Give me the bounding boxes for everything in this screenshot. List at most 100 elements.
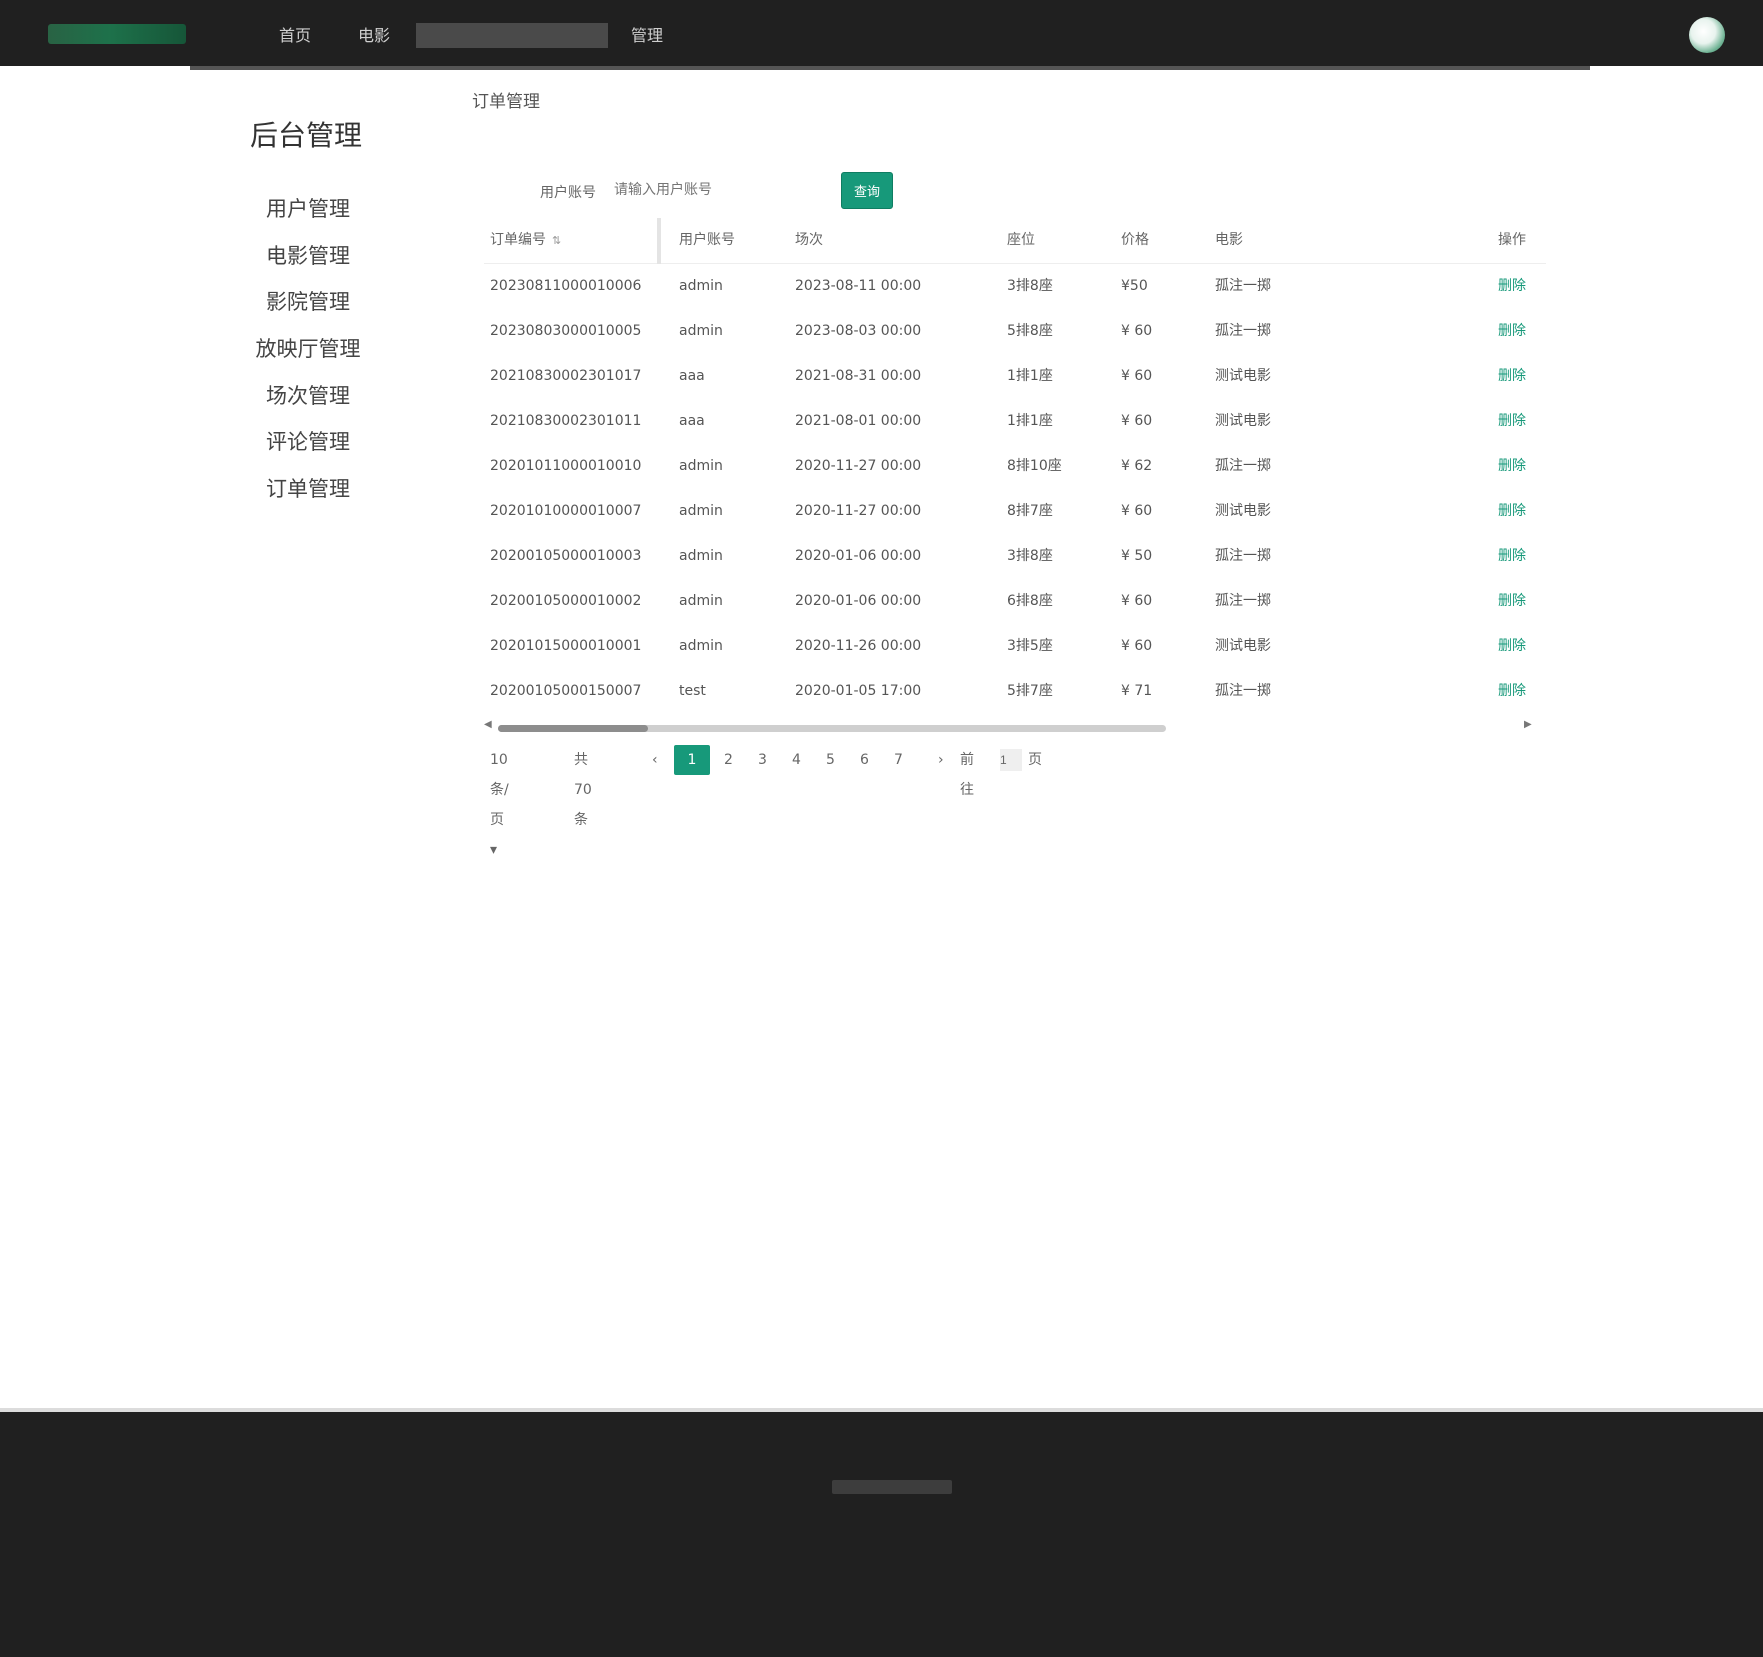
- prev-page-icon[interactable]: ‹: [652, 745, 658, 775]
- header-order-id[interactable]: 订单编号 ⇅: [490, 218, 652, 263]
- cell-seat: 8排7座: [1007, 503, 1053, 519]
- cell-order-id: 20210830002301017: [490, 368, 642, 384]
- footer: [0, 1412, 1763, 1657]
- nav-home[interactable]: 首页: [279, 22, 311, 46]
- cell-user-account: admin: [679, 593, 723, 609]
- cell-user-account: aaa: [679, 368, 705, 384]
- cell-actions[interactable]: 删除: [1498, 579, 1546, 624]
- sidebar-title: 后台管理: [250, 119, 363, 152]
- cell-price: ¥50: [1121, 278, 1148, 294]
- cell-session: 2020-01-06 00:00: [795, 593, 922, 609]
- chevron-down-icon: ▾: [490, 842, 498, 858]
- cell-actions[interactable]: 删除: [1498, 264, 1546, 309]
- page-5-button[interactable]: 5: [826, 745, 835, 775]
- cell-session: 2020-11-26 00:00: [795, 638, 922, 654]
- user-account-search-input[interactable]: [614, 176, 784, 204]
- sidebar-item-comments[interactable]: 评论管理: [230, 426, 386, 456]
- cell-actions[interactable]: 删除: [1498, 309, 1546, 354]
- cell-user-account: admin: [679, 638, 723, 654]
- page-3-button[interactable]: 3: [758, 745, 767, 775]
- cell-price: ¥ 60: [1121, 638, 1153, 654]
- scroll-left-arrow-icon[interactable]: ◀: [484, 719, 492, 730]
- scroll-right-arrow-icon[interactable]: ▶: [1524, 719, 1532, 730]
- cell-seat: 5排8座: [1007, 323, 1053, 339]
- page-4-button[interactable]: 4: [792, 745, 801, 775]
- page-7-button[interactable]: 7: [894, 745, 903, 775]
- cell-order-id: 20210830002301011: [490, 413, 642, 429]
- cell-price: ¥ 71: [1121, 683, 1153, 699]
- cell-seat: 1排1座: [1007, 413, 1053, 429]
- cell-user-account: admin: [679, 548, 723, 564]
- cell-user-account: admin: [679, 323, 723, 339]
- table-row: 20200105000150007 test 2020-01-05 17:00 5排7…: [484, 669, 1546, 714]
- cell-order-id: 20230811000010006: [490, 278, 642, 294]
- cell-movie: 孤注一掷: [1215, 458, 1271, 474]
- cell-actions[interactable]: 删除: [1498, 624, 1546, 669]
- table-row: 20200105000010003 admin 2020-01-06 00:00 3排…: [484, 534, 1546, 579]
- header-seat: 座位: [1007, 232, 1035, 248]
- nav-movies[interactable]: 电影: [358, 22, 390, 46]
- sidebar-item-movies[interactable]: 电影管理: [230, 240, 386, 270]
- cell-price: ¥ 50: [1121, 548, 1153, 564]
- column-resize-handle[interactable]: [657, 218, 661, 264]
- sidebar-item-users[interactable]: 用户管理: [230, 193, 386, 223]
- breadcrumb: 订单管理: [472, 92, 540, 112]
- sidebar-item-sessions[interactable]: 场次管理: [230, 380, 386, 410]
- cell-price: ¥ 60: [1121, 503, 1153, 519]
- cell-movie: 测试电影: [1215, 638, 1271, 654]
- sidebar-item-halls[interactable]: 放映厅管理: [230, 333, 386, 363]
- cell-seat: 8排10座: [1007, 458, 1062, 474]
- cell-order-id: 20230803000010005: [490, 323, 642, 339]
- nav-search-input[interactable]: [416, 23, 608, 48]
- cell-user-account: aaa: [679, 413, 705, 429]
- cell-user-account: admin: [679, 278, 723, 294]
- cell-actions[interactable]: 删除: [1498, 444, 1546, 489]
- goto-page-input[interactable]: [1000, 749, 1022, 771]
- cell-order-id: 20200105000010002: [490, 593, 642, 609]
- cell-seat: 3排8座: [1007, 278, 1053, 294]
- header-session: 场次: [795, 232, 823, 248]
- sort-icon[interactable]: ⇅: [552, 218, 561, 263]
- orders-table: 订单编号 ⇅ 用户账号 场次 座位 价格 电影 操作 20230811000010…: [484, 218, 1546, 714]
- cell-actions[interactable]: 删除: [1498, 669, 1546, 714]
- cell-movie: 孤注一掷: [1215, 278, 1271, 294]
- cell-order-id: 20201011000010010: [490, 458, 642, 474]
- header-price: 价格: [1121, 232, 1149, 248]
- page-1-button[interactable]: 1: [674, 745, 710, 775]
- table-row: 20230803000010005 admin 2023-08-03 00:00 5排…: [484, 309, 1546, 354]
- page-size-select[interactable]: 10条/页 ▾: [490, 745, 509, 858]
- page-2-button[interactable]: 2: [724, 745, 733, 775]
- user-avatar[interactable]: [1689, 17, 1725, 53]
- cell-actions[interactable]: 删除: [1498, 354, 1546, 399]
- table-header-row: 订单编号 ⇅ 用户账号 场次 座位 价格 电影 操作: [484, 218, 1546, 264]
- search-button[interactable]: 查询: [841, 172, 893, 209]
- top-navbar: 首页 电影 管理: [0, 0, 1763, 66]
- sidebar-item-cinemas[interactable]: 影院管理: [230, 286, 386, 316]
- sidebar-item-orders[interactable]: 订单管理: [230, 473, 386, 503]
- cell-actions[interactable]: 删除: [1498, 399, 1546, 444]
- cell-price: ¥ 60: [1121, 413, 1153, 429]
- page-6-button[interactable]: 6: [860, 745, 869, 775]
- footer-copyright: [832, 1480, 952, 1494]
- header-divider: [190, 66, 1590, 70]
- cell-seat: 1排1座: [1007, 368, 1053, 384]
- next-page-icon[interactable]: ›: [938, 745, 944, 775]
- cell-movie: 测试电影: [1215, 503, 1271, 519]
- cell-order-id: 20200105000150007: [490, 683, 642, 699]
- page-size-label: 10条/页: [490, 752, 509, 828]
- cell-actions[interactable]: 删除: [1498, 489, 1546, 534]
- cell-movie: 孤注一掷: [1215, 593, 1271, 609]
- horizontal-scrollbar[interactable]: ◀ ▶: [484, 719, 1546, 735]
- cell-actions[interactable]: 删除: [1498, 534, 1546, 579]
- cell-movie: 孤注一掷: [1215, 548, 1271, 564]
- cell-session: 2020-01-06 00:00: [795, 548, 922, 564]
- site-logo[interactable]: [48, 24, 186, 44]
- nav-admin[interactable]: 管理: [631, 22, 663, 46]
- table-row: 20201015000010001 admin 2020-11-26 00:00 3排…: [484, 624, 1546, 669]
- scrollbar-thumb[interactable]: [498, 725, 648, 732]
- cell-movie: 孤注一掷: [1215, 683, 1271, 699]
- cell-user-account: admin: [679, 458, 723, 474]
- cell-session: 2023-08-03 00:00: [795, 323, 922, 339]
- table-row: 20210830002301017 aaa 2021-08-31 00:00 1排1座…: [484, 354, 1546, 399]
- cell-session: 2020-11-27 00:00: [795, 458, 922, 474]
